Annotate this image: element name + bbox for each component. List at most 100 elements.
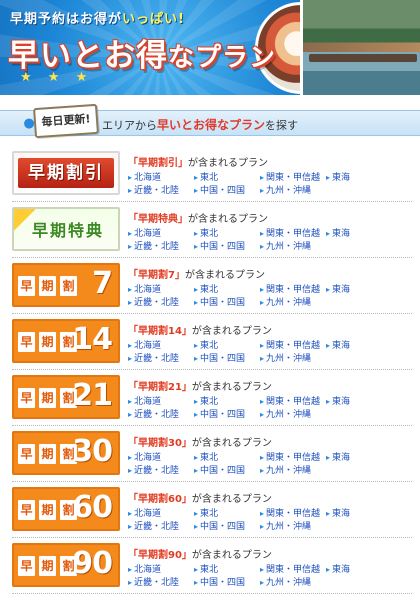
plan-banner-early-days[interactable]: 早 期 割 60: [12, 487, 120, 531]
region-link[interactable]: ▸ 中国・四国: [194, 409, 260, 421]
region-link-label: 近畿・北陸: [134, 466, 180, 476]
region-link[interactable]: ▸ 九州・沖縄: [260, 241, 326, 253]
region-link-label: 東北: [200, 453, 219, 463]
region-link[interactable]: ▸ 東北: [194, 452, 260, 464]
region-link[interactable]: ▸ 近畿・北陸: [128, 297, 194, 309]
plan-title[interactable]: 「早期割7」が含まれるプラン: [128, 266, 265, 281]
row-divider: [12, 593, 412, 594]
arrow-right-icon: ▸: [260, 509, 265, 518]
region-link[interactable]: ▸ 中国・四国: [194, 521, 260, 533]
region-link[interactable]: ▸ 近畿・北陸: [128, 353, 194, 365]
region-link[interactable]: ▸ 九州・沖縄: [260, 185, 326, 197]
region-link[interactable]: ▸ 東北: [194, 564, 260, 576]
arrow-right-icon: ▸: [260, 522, 265, 531]
region-link[interactable]: ▸ 東北: [194, 228, 260, 240]
region-link[interactable]: ▸ 中国・四国: [194, 577, 260, 589]
plan-banner-early-discount[interactable]: 早期割引: [12, 151, 120, 195]
region-link[interactable]: ▸ 九州・沖縄: [260, 465, 326, 477]
plan-row: 早期特典 「早期特典」が含まれるプラン ▸ 北海道 ▸ 東北 ▸ 関東・甲信越 ▸ 東海 ▸ 近畿…: [0, 204, 420, 260]
plan-title[interactable]: 「早期割21」が含まれるプラン: [128, 378, 272, 393]
region-links: ▸ 北海道 ▸ 東北 ▸ 関東・甲信越 ▸ 東海 ▸ 近畿・北陸 ▸ 中国・四国 ▸ 九州・沖縄: [128, 284, 413, 309]
region-link[interactable]: ▸ 九州・沖縄: [260, 297, 326, 309]
plan-title[interactable]: 「早期割60」が含まれるプラン: [128, 490, 272, 505]
region-link[interactable]: ▸ 中国・四国: [194, 297, 260, 309]
arrow-right-icon: ▸: [260, 397, 265, 406]
region-link-label: 中国・四国: [200, 466, 246, 476]
region-link[interactable]: ▸ 北海道: [128, 396, 194, 408]
region-link[interactable]: ▸ 北海道: [128, 172, 194, 184]
region-link[interactable]: ▸ 東海: [326, 340, 386, 352]
region-link[interactable]: ▸ 東海: [326, 228, 386, 240]
region-link[interactable]: ▸ 東北: [194, 340, 260, 352]
plan-title[interactable]: 「早期割90」が含まれるプラン: [128, 546, 272, 561]
region-link-label: 東海: [332, 509, 351, 519]
plan-title-suffix: が含まれるプラン: [188, 158, 268, 169]
plan-banner-early-days[interactable]: 早 期 割 7: [12, 263, 120, 307]
region-link[interactable]: ▸ 九州・沖縄: [260, 353, 326, 365]
plan-banner-early-bonus[interactable]: 早期特典: [12, 207, 120, 251]
region-link[interactable]: ▸ 中国・四国: [194, 465, 260, 477]
region-link-label: 九州・沖縄: [266, 186, 312, 196]
region-link-label: 近畿・北陸: [134, 578, 180, 588]
plan-title[interactable]: 「早期割14」が含まれるプラン: [128, 322, 272, 337]
plan-title[interactable]: 「早期割30」が含まれるプラン: [128, 434, 272, 449]
arrow-right-icon: ▸: [194, 578, 199, 587]
arrow-right-icon: ▸: [326, 285, 331, 294]
kanji-tile: 期: [39, 444, 56, 464]
region-link[interactable]: ▸ 近畿・北陸: [128, 577, 194, 589]
region-link[interactable]: ▸ 東海: [326, 396, 386, 408]
plan-title[interactable]: 「早期特典」が含まれるプラン: [128, 210, 268, 225]
region-link[interactable]: ▸ 九州・沖縄: [260, 521, 326, 533]
plan-banner-early-days[interactable]: 早 期 割 30: [12, 431, 120, 475]
region-link[interactable]: ▸ 関東・甲信越: [260, 564, 326, 576]
region-link[interactable]: ▸ 関東・甲信越: [260, 172, 326, 184]
row-divider: [12, 537, 412, 538]
region-link[interactable]: ▸ 東北: [194, 284, 260, 296]
region-link[interactable]: ▸ 北海道: [128, 452, 194, 464]
region-link-label: 東北: [200, 565, 219, 575]
region-link[interactable]: ▸ 近畿・北陸: [128, 185, 194, 197]
region-link[interactable]: ▸ 北海道: [128, 340, 194, 352]
hero-title: 早いとお得なプラン: [8, 38, 277, 74]
region-link[interactable]: ▸ 近畿・北陸: [128, 409, 194, 421]
plan-banner-early-days[interactable]: 早 期 割 21: [12, 375, 120, 419]
region-link[interactable]: ▸ 東海: [326, 452, 386, 464]
arrow-right-icon: ▸: [194, 410, 199, 419]
region-link[interactable]: ▸ 近畿・北陸: [128, 521, 194, 533]
region-link[interactable]: ▸ 関東・甲信越: [260, 452, 326, 464]
plan-keyword: 「早期割90」: [128, 550, 192, 561]
region-link[interactable]: ▸ 関東・甲信越: [260, 228, 326, 240]
region-link[interactable]: ▸ 北海道: [128, 284, 194, 296]
region-link[interactable]: ▸ 東海: [326, 508, 386, 520]
region-link[interactable]: ▸ 関東・甲信越: [260, 508, 326, 520]
region-links: ▸ 北海道 ▸ 東北 ▸ 関東・甲信越 ▸ 東海 ▸ 近畿・北陸 ▸ 中国・四国 ▸ 九州・沖縄: [128, 172, 413, 197]
region-link[interactable]: ▸ 東北: [194, 508, 260, 520]
region-link-label: 近畿・北陸: [134, 354, 180, 364]
region-link[interactable]: ▸ 九州・沖縄: [260, 409, 326, 421]
arrow-right-icon: ▸: [128, 466, 133, 475]
plan-banner-early-days[interactable]: 早 期 割 90: [12, 543, 120, 587]
region-link-label: 東北: [200, 341, 219, 351]
region-link[interactable]: ▸ 近畿・北陸: [128, 465, 194, 477]
region-link[interactable]: ▸ 関東・甲信越: [260, 340, 326, 352]
region-link[interactable]: ▸ 東海: [326, 284, 386, 296]
region-link[interactable]: ▸ 九州・沖縄: [260, 577, 326, 589]
region-links: ▸ 北海道 ▸ 東北 ▸ 関東・甲信越 ▸ 東海 ▸ 近畿・北陸 ▸ 中国・四国 ▸ 九州・沖縄: [128, 340, 413, 365]
plan-title[interactable]: 「早期割引」が含まれるプラン: [128, 154, 268, 169]
region-link[interactable]: ▸ 中国・四国: [194, 185, 260, 197]
region-link[interactable]: ▸ 東海: [326, 564, 386, 576]
region-link[interactable]: ▸ 北海道: [128, 228, 194, 240]
region-link-label: 九州・沖縄: [266, 466, 312, 476]
region-link[interactable]: ▸ 中国・四国: [194, 241, 260, 253]
region-link[interactable]: ▸ 関東・甲信越: [260, 284, 326, 296]
plan-banner-early-days[interactable]: 早 期 割 14: [12, 319, 120, 363]
region-link[interactable]: ▸ 中国・四国: [194, 353, 260, 365]
region-link[interactable]: ▸ 関東・甲信越: [260, 396, 326, 408]
region-link[interactable]: ▸ 北海道: [128, 508, 194, 520]
region-link[interactable]: ▸ 近畿・北陸: [128, 241, 194, 253]
region-link[interactable]: ▸ 北海道: [128, 564, 194, 576]
region-link[interactable]: ▸ 東海: [326, 172, 386, 184]
region-link[interactable]: ▸ 東北: [194, 396, 260, 408]
row-divider: [12, 201, 412, 202]
region-link[interactable]: ▸ 東北: [194, 172, 260, 184]
